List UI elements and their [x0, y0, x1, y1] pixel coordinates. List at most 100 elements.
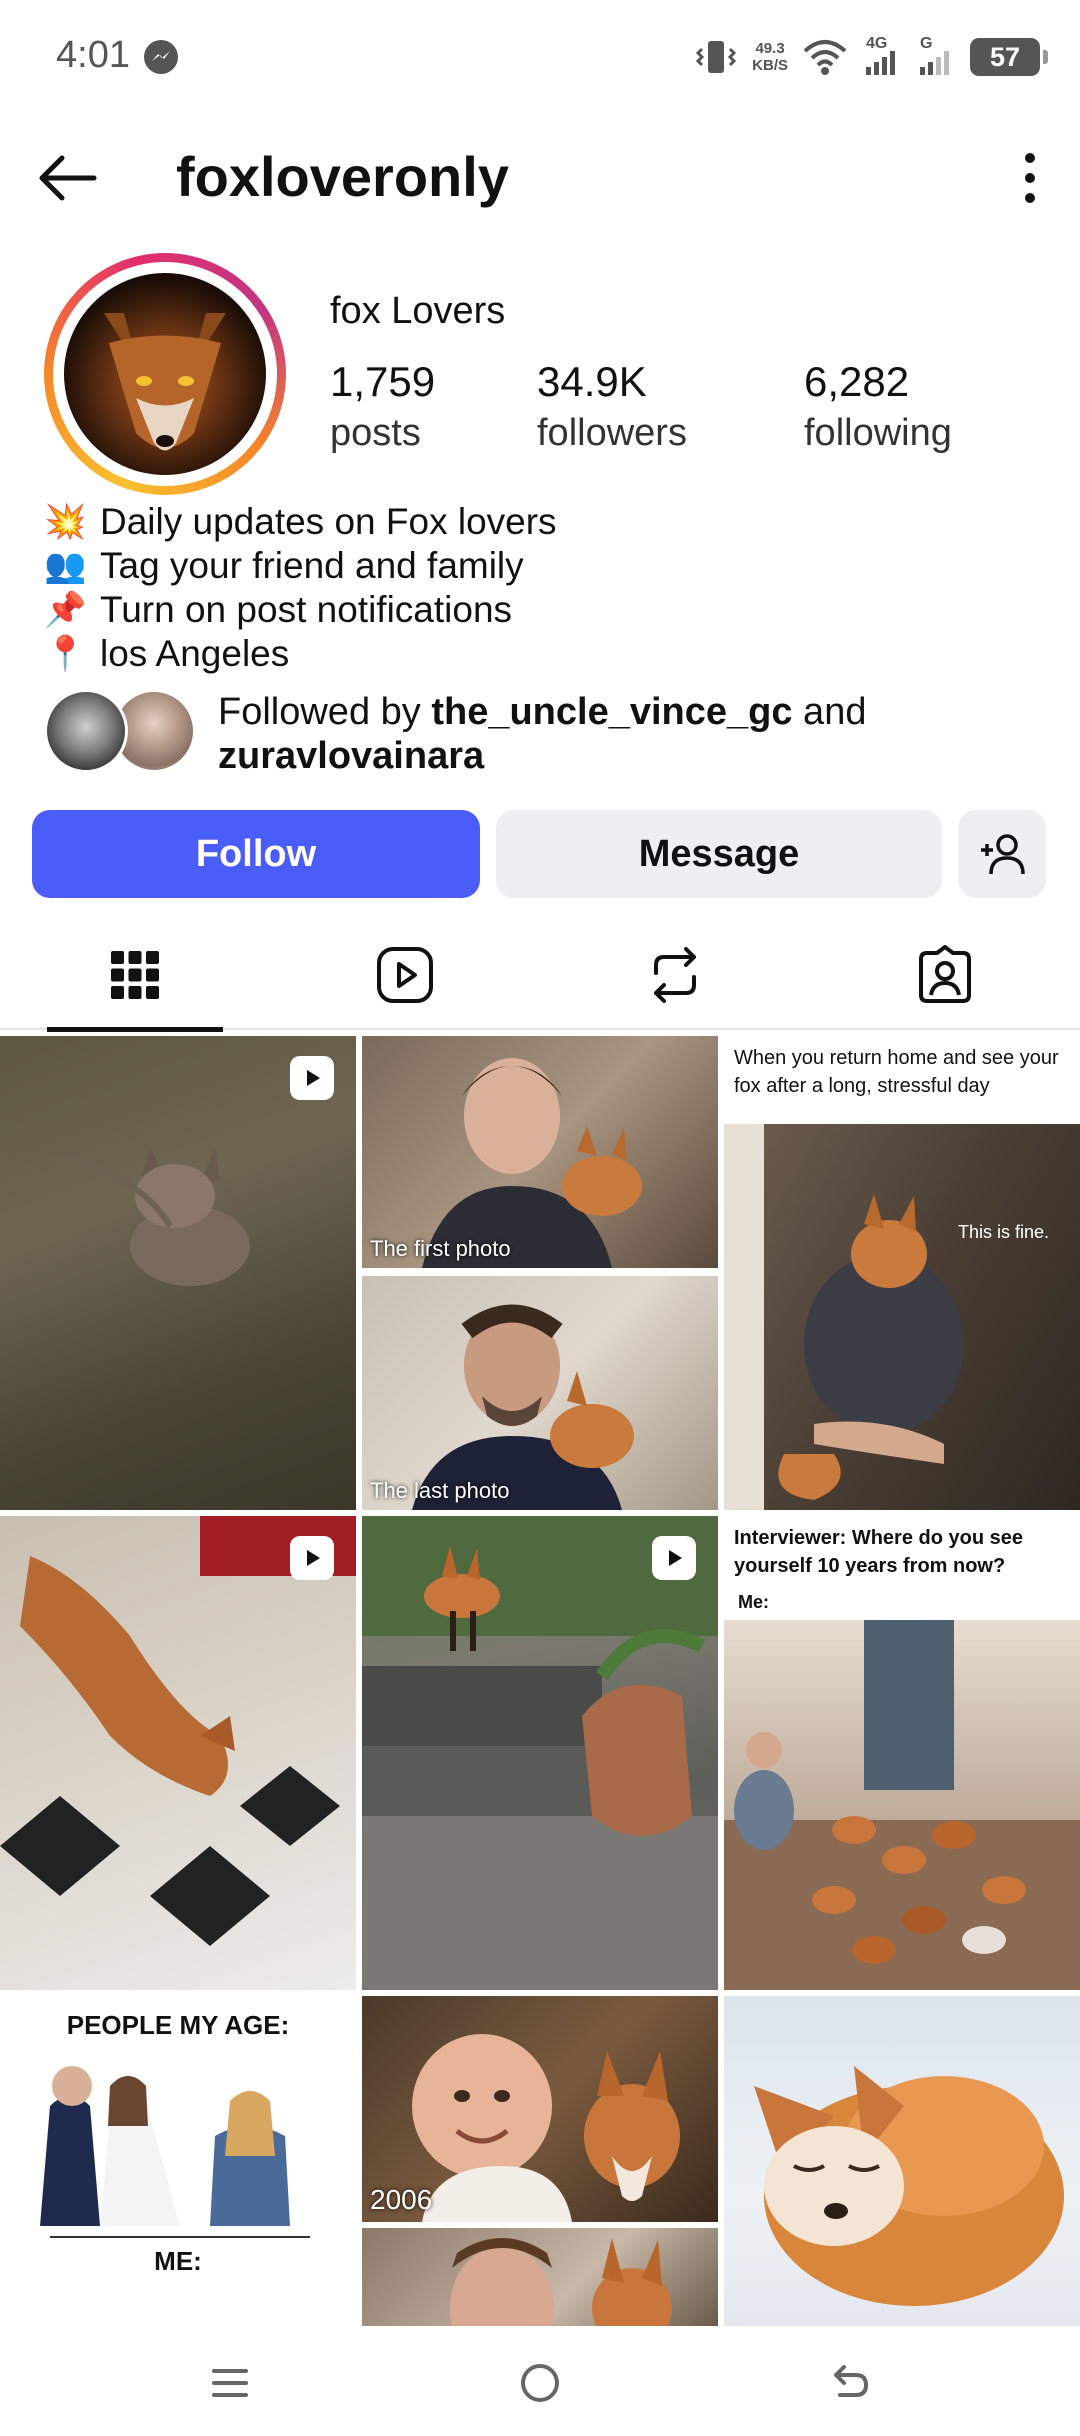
- post-thumbnail[interactable]: The first photo: [362, 1036, 718, 1268]
- post-caption: The first photo: [370, 1236, 511, 1261]
- man-with-fox-image: [422, 1058, 642, 1268]
- fox-on-steps-image: [362, 1516, 718, 1990]
- battery-level: 57: [989, 41, 1021, 72]
- status-time: 4:01: [56, 34, 130, 76]
- reels-icon: [377, 947, 433, 1003]
- bio-text: Daily updates on Fox lovers: [100, 501, 557, 542]
- reposts-icon: [654, 947, 696, 1003]
- bio-emoji: 📍: [44, 635, 87, 673]
- recents-icon: [212, 2369, 248, 2397]
- net-speed-unit: KB/S: [752, 57, 788, 74]
- grid-icon: [111, 951, 159, 999]
- post-thumbnail[interactable]: [0, 1036, 356, 1510]
- home-button[interactable]: [505, 2348, 575, 2418]
- meme-image: This is fine.: [724, 1124, 1080, 1510]
- meme-me-label: Me:: [738, 1592, 769, 1612]
- back-button[interactable]: [815, 2348, 885, 2418]
- fox-on-tiles-image: [0, 1516, 356, 1946]
- net-speed: 49.3 KB/S: [752, 40, 788, 74]
- bio-emoji: 👥: [44, 547, 87, 585]
- post-thumbnail[interactable]: When you return home and see your fox af…: [724, 1036, 1080, 1510]
- back-arrow-icon[interactable]: [34, 152, 98, 204]
- meme-text: Interviewer: Where do you see yourself 1…: [724, 1516, 1080, 1588]
- signal-icon-2: G: [916, 35, 956, 77]
- signal-2-label: G: [920, 35, 933, 52]
- tab-reposts[interactable]: [540, 920, 810, 1030]
- tab-reels[interactable]: [270, 920, 540, 1030]
- tab-tagged[interactable]: [810, 920, 1080, 1030]
- tagged-icon: [919, 945, 971, 1003]
- bio-line: 📍 los Angeles: [44, 632, 557, 676]
- post-thumbnail[interactable]: 2006: [362, 1996, 718, 2222]
- bio-text: Tag your friend and family: [100, 545, 524, 586]
- reel-badge: [290, 1536, 334, 1580]
- fox-image: [59, 1146, 250, 1286]
- bio-line: 💥 Daily updates on Fox lovers: [44, 500, 557, 544]
- meme-image: [724, 1620, 1080, 1990]
- followed-by[interactable]: Followed by the_uncle_vince_gc and zurav…: [44, 686, 1044, 777]
- status-bar: 4:01 49.3 KB/S 4G G 57: [0, 0, 1080, 120]
- active-tab-indicator: [47, 1027, 223, 1032]
- posts-stat[interactable]: 1,759 posts: [330, 358, 435, 455]
- header-username: foxloveronly: [176, 145, 509, 208]
- sleeping-fox-image: [754, 2066, 1064, 2306]
- posts-label: posts: [330, 412, 421, 454]
- suggested-users-button[interactable]: [958, 810, 1046, 898]
- reel-badge: [652, 1536, 696, 1580]
- post-thumbnail[interactable]: [362, 2228, 718, 2326]
- follow-button[interactable]: Follow: [32, 810, 480, 898]
- vibrate-icon: [696, 41, 737, 73]
- display-name: fox Lovers: [330, 290, 506, 332]
- bio-emoji: 💥: [44, 503, 87, 541]
- post-caption: 2006: [370, 2184, 433, 2215]
- meme-divider: [50, 2236, 310, 2238]
- play-icon: [307, 1550, 320, 1566]
- recents-button[interactable]: [195, 2348, 265, 2418]
- post-thumbnail[interactable]: [724, 1996, 1080, 2326]
- following-stat[interactable]: 6,282 following: [804, 358, 952, 455]
- avatar-image: [64, 273, 266, 475]
- posts-count: 1,759: [330, 358, 436, 405]
- battery-icon: 57: [970, 38, 1048, 76]
- bio-emoji: 📌: [44, 591, 87, 629]
- net-speed-value: 49.3: [755, 40, 785, 57]
- meme-me-label: ME:: [154, 2246, 202, 2276]
- meme-overlay-text: This is fine.: [958, 1222, 1050, 1242]
- bio-text: los Angeles: [100, 633, 290, 674]
- post-thumbnail[interactable]: [362, 1516, 718, 1990]
- messenger-icon: [144, 40, 178, 74]
- profile-tabs: [0, 920, 1080, 1032]
- meme-title: PEOPLE MY AGE:: [66, 2010, 290, 2040]
- followers-label: followers: [537, 412, 687, 454]
- profile-header: foxloveronly: [0, 130, 1080, 226]
- profile-bio: 💥 Daily updates on Fox lovers 👥 Tag your…: [44, 500, 557, 676]
- bio-text: Turn on post notifications: [100, 589, 513, 630]
- post-thumbnail[interactable]: PEOPLE MY AGE: ME:: [0, 1996, 356, 2326]
- signal-1-label: 4G: [866, 35, 888, 52]
- older-man-with-fox-image: [412, 1304, 634, 1510]
- more-options-icon[interactable]: [1018, 148, 1042, 208]
- tab-posts-grid[interactable]: [0, 920, 270, 1032]
- back-gesture-icon: [834, 2365, 869, 2397]
- post-thumbnail[interactable]: [0, 1516, 356, 1990]
- post-caption: The last photo: [370, 1478, 510, 1503]
- system-nav-bar: [0, 2326, 1080, 2436]
- followers-count: 34.9K: [537, 358, 647, 405]
- following-count: 6,282: [804, 358, 910, 405]
- post-thumbnail[interactable]: Interviewer: Where do you see yourself 1…: [724, 1516, 1080, 1990]
- reel-badge: [290, 1056, 334, 1100]
- wedding-image: [40, 2066, 290, 2226]
- add-person-icon: [981, 834, 1025, 875]
- post-thumbnail[interactable]: The last photo: [362, 1276, 718, 1510]
- mutual-follower-name[interactable]: the_uncle_vince_gc: [431, 691, 792, 733]
- followers-stat[interactable]: 34.9K followers: [537, 358, 687, 455]
- mutual-follower-name[interactable]: zuravlovainara: [218, 735, 484, 777]
- message-button[interactable]: Message: [496, 810, 942, 898]
- home-circle-icon: [521, 2364, 559, 2402]
- signal-icon-1: 4G: [862, 35, 902, 77]
- profile-avatar[interactable]: [44, 253, 286, 495]
- wifi-icon: [803, 40, 847, 75]
- bio-line: 📌 Turn on post notifications: [44, 588, 557, 632]
- man-with-fox-image: [450, 2238, 672, 2326]
- bio-line: 👥 Tag your friend and family: [44, 544, 557, 588]
